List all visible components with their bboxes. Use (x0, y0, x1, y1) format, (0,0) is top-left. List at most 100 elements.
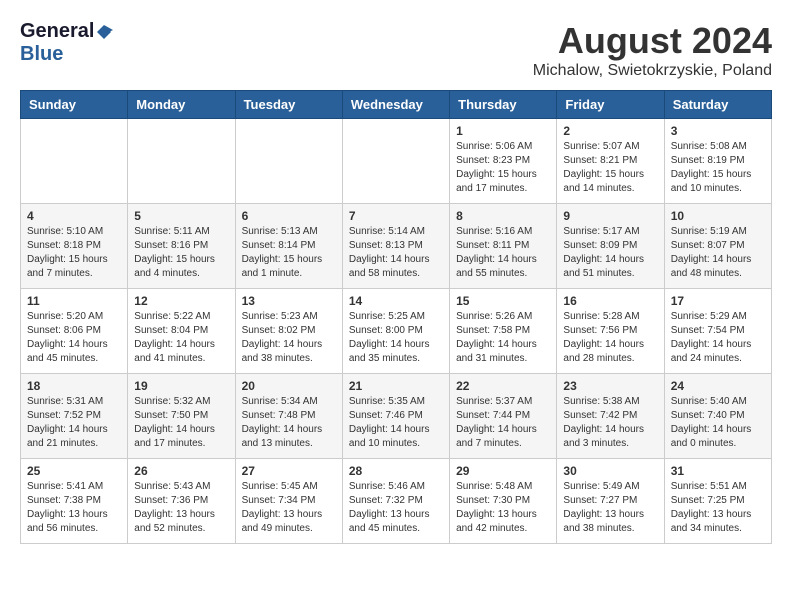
logo-blue-text: Blue (20, 43, 63, 65)
calendar-header: SundayMondayTuesdayWednesdayThursdayFrid… (21, 91, 772, 119)
day-number: 27 (242, 464, 336, 478)
day-number: 19 (134, 379, 228, 393)
logo-general-text: General (20, 20, 94, 43)
day-cell: 13 Sunrise: 5:23 AM Sunset: 8:02 PM Dayli… (235, 289, 342, 374)
day-number: 25 (27, 464, 121, 478)
day-cell: 9 Sunrise: 5:17 AM Sunset: 8:09 PM Daylig… (557, 204, 664, 289)
day-cell: 6Sunrise: 5:13 AM Sunset: 8:14 PM Daylig… (235, 204, 342, 289)
week-row-1: 1 Sunrise: 5:06 AM Sunset: 8:23 PM Daylig… (21, 119, 772, 204)
title-section: August 2024 Michalow, Swietokrzyskie, Po… (533, 20, 772, 80)
day-number: 4 (27, 209, 121, 223)
day-info: Sunrise: 5:32 AM Sunset: 7:50 PM Dayligh… (134, 395, 228, 451)
day-number: 13 (242, 294, 336, 308)
day-cell (21, 119, 128, 204)
day-info: Sunrise: 5:40 AM Sunset: 7:40 PM Dayligh… (671, 395, 765, 451)
week-row-4: 18Sunrise: 5:31 AM Sunset: 7:52 PM Dayli… (21, 374, 772, 459)
day-info: Sunrise: 5:34 AM Sunset: 7:48 PM Dayligh… (242, 395, 336, 451)
day-cell: 21Sunrise: 5:35 AM Sunset: 7:46 PM Dayli… (342, 374, 449, 459)
day-number: 12 (134, 294, 228, 308)
day-header-monday: Monday (128, 91, 235, 119)
day-cell: 19 Sunrise: 5:32 AM Sunset: 7:50 PM Dayli… (128, 374, 235, 459)
day-info: Sunrise: 5:22 AM Sunset: 8:04 PM Dayligh… (134, 310, 228, 366)
day-cell: 22Sunrise: 5:37 AM Sunset: 7:44 PM Dayli… (450, 374, 557, 459)
day-cell: 11Sunrise: 5:20 AM Sunset: 8:06 PM Dayli… (21, 289, 128, 374)
day-cell: 18Sunrise: 5:31 AM Sunset: 7:52 PM Dayli… (21, 374, 128, 459)
day-cell: 29 Sunrise: 5:48 AM Sunset: 7:30 PM Dayli… (450, 459, 557, 544)
day-number: 8 (456, 209, 550, 223)
day-info: Sunrise: 5:16 AM Sunset: 8:11 PM Dayligh… (456, 225, 550, 281)
week-row-5: 25 Sunrise: 5:41 AM Sunset: 7:38 PM Dayli… (21, 459, 772, 544)
day-number: 2 (563, 124, 657, 138)
day-number: 18 (27, 379, 121, 393)
day-cell: 17 Sunrise: 5:29 AM Sunset: 7:54 PM Dayli… (664, 289, 771, 374)
day-info: Sunrise: 5:13 AM Sunset: 8:14 PM Dayligh… (242, 225, 336, 281)
day-info: Sunrise: 5:45 AM Sunset: 7:34 PM Dayligh… (242, 480, 336, 536)
day-info: Sunrise: 5:29 AM Sunset: 7:54 PM Dayligh… (671, 310, 765, 366)
day-info: Sunrise: 5:46 AM Sunset: 7:32 PM Dayligh… (349, 480, 443, 536)
day-info: Sunrise: 5:17 AM Sunset: 8:09 PM Dayligh… (563, 225, 657, 281)
day-info: Sunrise: 5:25 AM Sunset: 8:00 PM Dayligh… (349, 310, 443, 366)
day-info: Sunrise: 5:51 AM Sunset: 7:25 PM Dayligh… (671, 480, 765, 536)
day-info: Sunrise: 5:11 AM Sunset: 8:16 PM Dayligh… (134, 225, 228, 281)
day-cell: 26Sunrise: 5:43 AM Sunset: 7:36 PM Dayli… (128, 459, 235, 544)
day-cell: 28 Sunrise: 5:46 AM Sunset: 7:32 PM Dayli… (342, 459, 449, 544)
day-number: 5 (134, 209, 228, 223)
day-info: Sunrise: 5:14 AM Sunset: 8:13 PM Dayligh… (349, 225, 443, 281)
day-info: Sunrise: 5:19 AM Sunset: 8:07 PM Dayligh… (671, 225, 765, 281)
day-number: 14 (349, 294, 443, 308)
header-row: SundayMondayTuesdayWednesdayThursdayFrid… (21, 91, 772, 119)
day-cell: 5 Sunrise: 5:11 AM Sunset: 8:16 PM Daylig… (128, 204, 235, 289)
day-cell: 20 Sunrise: 5:34 AM Sunset: 7:48 PM Dayli… (235, 374, 342, 459)
day-cell: 27 Sunrise: 5:45 AM Sunset: 7:34 PM Dayli… (235, 459, 342, 544)
location-title: Michalow, Swietokrzyskie, Poland (533, 62, 772, 80)
day-info: Sunrise: 5:43 AM Sunset: 7:36 PM Dayligh… (134, 480, 228, 536)
day-info: Sunrise: 5:35 AM Sunset: 7:46 PM Dayligh… (349, 395, 443, 451)
day-header-wednesday: Wednesday (342, 91, 449, 119)
day-cell: 16Sunrise: 5:28 AM Sunset: 7:56 PM Dayli… (557, 289, 664, 374)
day-info: Sunrise: 5:06 AM Sunset: 8:23 PM Dayligh… (456, 140, 550, 196)
day-number: 3 (671, 124, 765, 138)
day-info: Sunrise: 5:48 AM Sunset: 7:30 PM Dayligh… (456, 480, 550, 536)
day-cell: 25 Sunrise: 5:41 AM Sunset: 7:38 PM Dayli… (21, 459, 128, 544)
day-cell: 3Sunrise: 5:08 AM Sunset: 8:19 PM Daylig… (664, 119, 771, 204)
day-header-thursday: Thursday (450, 91, 557, 119)
day-info: Sunrise: 5:20 AM Sunset: 8:06 PM Dayligh… (27, 310, 121, 366)
day-number: 24 (671, 379, 765, 393)
day-cell: 24 Sunrise: 5:40 AM Sunset: 7:40 PM Dayli… (664, 374, 771, 459)
day-number: 17 (671, 294, 765, 308)
day-cell: 12 Sunrise: 5:22 AM Sunset: 8:04 PM Dayli… (128, 289, 235, 374)
day-number: 29 (456, 464, 550, 478)
day-info: Sunrise: 5:23 AM Sunset: 8:02 PM Dayligh… (242, 310, 336, 366)
day-cell: 2Sunrise: 5:07 AM Sunset: 8:21 PM Daylig… (557, 119, 664, 204)
day-info: Sunrise: 5:28 AM Sunset: 7:56 PM Dayligh… (563, 310, 657, 366)
day-number: 9 (563, 209, 657, 223)
day-cell (128, 119, 235, 204)
day-number: 7 (349, 209, 443, 223)
day-cell: 23Sunrise: 5:38 AM Sunset: 7:42 PM Dayli… (557, 374, 664, 459)
day-cell: 4Sunrise: 5:10 AM Sunset: 8:18 PM Daylig… (21, 204, 128, 289)
month-title: August 2024 (533, 20, 772, 62)
day-number: 30 (563, 464, 657, 478)
day-number: 1 (456, 124, 550, 138)
logo: General Blue (20, 20, 114, 66)
day-cell: 14 Sunrise: 5:25 AM Sunset: 8:00 PM Dayli… (342, 289, 449, 374)
day-cell: 15Sunrise: 5:26 AM Sunset: 7:58 PM Dayli… (450, 289, 557, 374)
day-number: 22 (456, 379, 550, 393)
calendar-body: 1 Sunrise: 5:06 AM Sunset: 8:23 PM Daylig… (21, 119, 772, 544)
day-number: 31 (671, 464, 765, 478)
day-info: Sunrise: 5:41 AM Sunset: 7:38 PM Dayligh… (27, 480, 121, 536)
day-cell: 7 Sunrise: 5:14 AM Sunset: 8:13 PM Daylig… (342, 204, 449, 289)
day-cell: 1 Sunrise: 5:06 AM Sunset: 8:23 PM Daylig… (450, 119, 557, 204)
logo-bird-icon (95, 23, 113, 41)
day-number: 20 (242, 379, 336, 393)
page-header: General Blue August 2024 Michalow, Swiet… (20, 20, 772, 80)
day-cell (235, 119, 342, 204)
day-cell: 8 Sunrise: 5:16 AM Sunset: 8:11 PM Daylig… (450, 204, 557, 289)
week-row-3: 11Sunrise: 5:20 AM Sunset: 8:06 PM Dayli… (21, 289, 772, 374)
day-number: 28 (349, 464, 443, 478)
day-number: 10 (671, 209, 765, 223)
day-header-sunday: Sunday (21, 91, 128, 119)
day-info: Sunrise: 5:49 AM Sunset: 7:27 PM Dayligh… (563, 480, 657, 536)
day-cell (342, 119, 449, 204)
day-header-saturday: Saturday (664, 91, 771, 119)
